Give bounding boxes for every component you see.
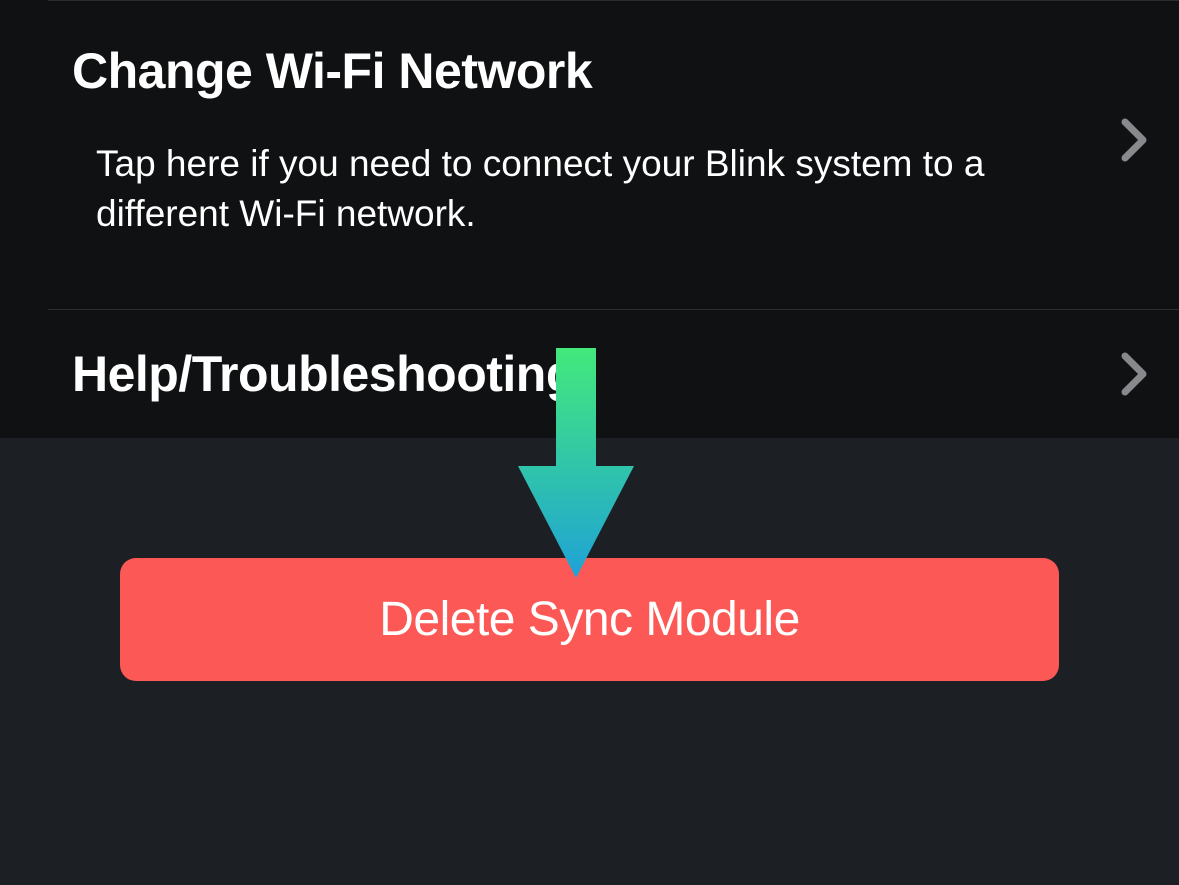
delete-section: Delete Sync Module — [0, 438, 1179, 681]
change-wifi-subtitle: Tap here if you need to connect your Bli… — [72, 139, 1032, 239]
change-wifi-title: Change Wi-Fi Network — [72, 41, 1101, 101]
change-wifi-content: Change Wi-Fi Network Tap here if you nee… — [48, 41, 1101, 239]
settings-list: Change Wi-Fi Network Tap here if you nee… — [0, 0, 1179, 438]
chevron-right-icon — [1121, 352, 1149, 396]
chevron-right-icon — [1121, 118, 1149, 162]
help-troubleshooting-row[interactable]: Help/Troubleshooting — [48, 309, 1179, 438]
help-content: Help/Troubleshooting — [48, 344, 1101, 404]
change-wifi-row[interactable]: Change Wi-Fi Network Tap here if you nee… — [48, 0, 1179, 309]
delete-sync-module-button[interactable]: Delete Sync Module — [120, 558, 1059, 681]
help-title: Help/Troubleshooting — [72, 344, 1101, 404]
